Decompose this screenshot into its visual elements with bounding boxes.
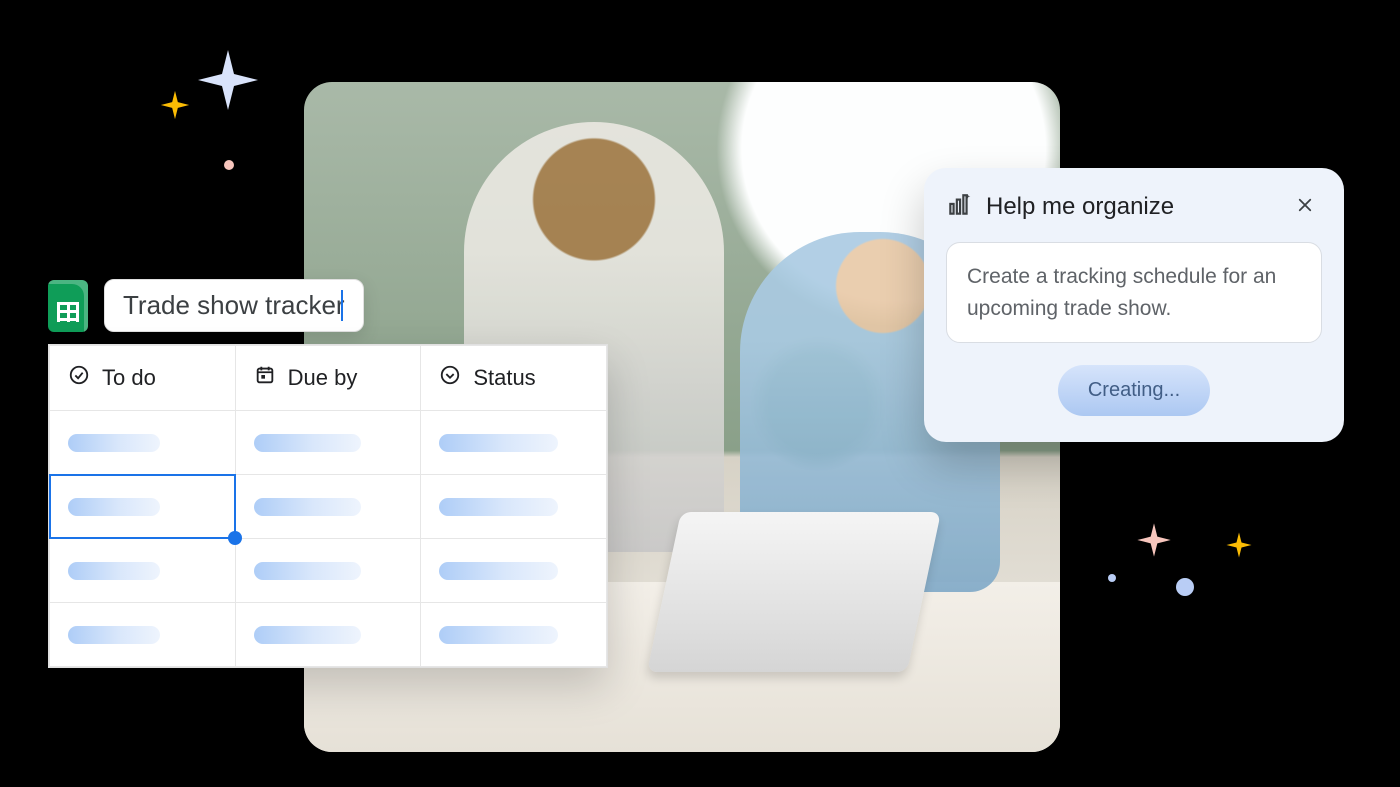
sparkle-icon [158, 88, 192, 122]
cell[interactable] [421, 411, 607, 475]
prompt-input[interactable]: Create a tracking schedule for an upcomi… [946, 242, 1322, 343]
google-sheets-icon [48, 280, 88, 332]
calendar-icon [254, 364, 276, 392]
table-row [50, 539, 607, 603]
help-me-organize-panel: Help me organize Create a tracking sched… [924, 168, 1344, 442]
column-label: Due by [288, 365, 358, 391]
column-label: Status [473, 365, 535, 391]
close-button[interactable] [1288, 190, 1322, 224]
organize-sparkle-icon [946, 192, 972, 223]
cell[interactable] [50, 411, 236, 475]
creating-button[interactable]: Creating... [1058, 365, 1210, 416]
table-row [50, 475, 607, 539]
cell[interactable] [421, 603, 607, 667]
spreadsheet-preview: To do Due by S [48, 344, 608, 668]
cell[interactable] [235, 603, 421, 667]
column-header-status[interactable]: Status [421, 346, 607, 411]
column-label: To do [102, 365, 156, 391]
cell[interactable] [50, 603, 236, 667]
close-icon [1296, 194, 1314, 220]
document-name-input[interactable]: Trade show tracker [104, 279, 364, 332]
column-header-dueby[interactable]: Due by [235, 346, 421, 411]
panel-title: Help me organize [986, 193, 1274, 221]
selected-cell[interactable] [50, 475, 236, 539]
cell[interactable] [235, 475, 421, 539]
sparkle-icon [1134, 520, 1174, 560]
sparkle-icon [1224, 530, 1254, 560]
cell[interactable] [235, 539, 421, 603]
cell[interactable] [50, 539, 236, 603]
decorative-dot [1108, 574, 1116, 582]
column-header-todo[interactable]: To do [50, 346, 236, 411]
check-circle-icon [68, 364, 90, 392]
table-row [50, 603, 607, 667]
decorative-dot [1176, 578, 1194, 596]
cell[interactable] [235, 411, 421, 475]
cell[interactable] [421, 475, 607, 539]
sparkle-icon [192, 44, 264, 116]
dropdown-icon [439, 364, 461, 392]
decorative-dot [224, 160, 234, 170]
cell[interactable] [421, 539, 607, 603]
table-row [50, 411, 607, 475]
